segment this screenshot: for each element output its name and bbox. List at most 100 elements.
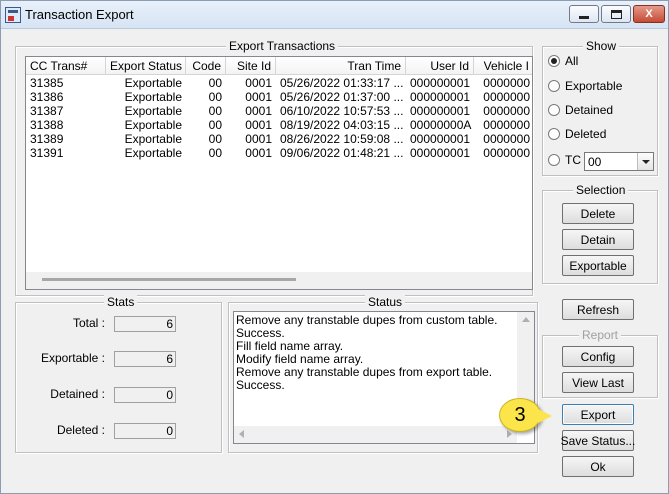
cell-cc-trans: 31387 xyxy=(30,104,64,118)
status-line: Success. xyxy=(236,378,285,392)
list-scroll-thumb[interactable] xyxy=(42,278,296,281)
refresh-button[interactable]: Refresh xyxy=(562,299,634,320)
cell-tran-time: 08/26/2022 10:59:08 ... xyxy=(280,132,404,146)
scroll-up-icon[interactable] xyxy=(522,317,530,322)
stat-label-exportable: Exportable : xyxy=(40,351,105,365)
table-row[interactable]: 31385 Exportable 00 0001 05/26/2022 01:3… xyxy=(26,76,532,90)
cell-user-id: 000000001 xyxy=(410,146,471,160)
cell-site-id: 0001 xyxy=(245,132,272,146)
cell-tran-time: 05/26/2022 01:33:17 ... xyxy=(280,76,404,90)
cell-site-id: 0001 xyxy=(245,118,272,132)
step-callout: 3 xyxy=(499,398,552,432)
stat-label-total: Total : xyxy=(72,316,105,330)
minimize-icon xyxy=(579,15,589,19)
cell-export-status: Exportable xyxy=(124,146,182,160)
status-horizontal-scrollbar[interactable] xyxy=(234,426,517,443)
radio-button[interactable] xyxy=(548,55,560,67)
show-title: Show xyxy=(583,39,620,53)
cell-export-status: Exportable xyxy=(124,132,182,146)
cell-user-id: 000000001 xyxy=(410,132,471,146)
cell-tran-time: 05/26/2022 01:37:00 ... xyxy=(280,90,404,104)
cell-vehicle: 0000000 xyxy=(483,132,530,146)
app-icon xyxy=(5,7,21,23)
list-horizontal-scrollbar[interactable] xyxy=(26,272,532,289)
tc-select-value: 00 xyxy=(588,155,602,169)
cell-cc-trans: 31388 xyxy=(30,118,64,132)
cell-code: 00 xyxy=(208,76,222,90)
table-row[interactable]: 31389 Exportable 00 0001 08/26/2022 10:5… xyxy=(26,132,532,146)
stat-value-detained: 0 xyxy=(114,387,176,403)
scroll-right-icon[interactable] xyxy=(507,430,512,438)
radio-button[interactable] xyxy=(548,128,560,140)
column-header-export-status[interactable]: Export Status xyxy=(106,57,186,75)
column-header-cc-trans[interactable]: CC Trans# xyxy=(26,57,106,75)
stat-label-detained: Detained : xyxy=(50,387,105,401)
exportable-button[interactable]: Exportable xyxy=(562,255,634,276)
cell-vehicle: 0000000 xyxy=(483,90,530,104)
cell-site-id: 0001 xyxy=(245,90,272,104)
status-log[interactable]: Remove any transtable dupes from custom … xyxy=(233,311,535,444)
delete-button[interactable]: Delete xyxy=(562,203,634,224)
table-row[interactable]: 31386 Exportable 00 0001 05/26/2022 01:3… xyxy=(26,90,532,104)
scroll-left-icon[interactable] xyxy=(239,430,244,438)
ok-button[interactable]: Ok xyxy=(562,456,634,477)
table-row[interactable]: 31391 Exportable 00 0001 09/06/2022 01:4… xyxy=(26,146,532,160)
transactions-list[interactable]: CC Trans# Export Status Code Site Id Tra… xyxy=(25,56,533,290)
column-header-vehicle[interactable]: Vehicle I xyxy=(474,57,532,75)
transaction-export-window: Transaction Export X Export Transactions… xyxy=(0,0,669,494)
maximize-button[interactable] xyxy=(601,5,631,23)
radio-exportable[interactable]: Exportable xyxy=(548,78,622,94)
cell-user-id: 000000001 xyxy=(410,76,471,90)
save-status-button[interactable]: Save Status... xyxy=(561,430,635,451)
cell-code: 00 xyxy=(208,132,222,146)
radio-tc[interactable]: TC xyxy=(548,152,581,168)
cell-cc-trans: 31385 xyxy=(30,76,64,90)
column-header-tran-time[interactable]: Tran Time xyxy=(276,57,406,75)
radio-label: Exportable xyxy=(565,79,623,93)
report-title: Report xyxy=(579,328,622,342)
cell-user-id: 000000001 xyxy=(410,104,471,118)
cell-vehicle: 0000000 xyxy=(483,146,530,160)
close-button[interactable]: X xyxy=(633,5,665,23)
radio-label: Deleted xyxy=(565,127,607,141)
window-title: Transaction Export xyxy=(25,7,134,22)
table-row[interactable]: 31387 Exportable 00 0001 06/10/2022 10:5… xyxy=(26,104,532,118)
radio-button[interactable] xyxy=(548,104,560,116)
stat-value-exportable: 6 xyxy=(114,351,176,367)
radio-deleted[interactable]: Deleted xyxy=(548,126,606,142)
stat-label-deleted: Deleted : xyxy=(56,423,105,437)
cell-code: 00 xyxy=(208,118,222,132)
chevron-down-icon[interactable] xyxy=(637,153,653,170)
column-header-user-id[interactable]: User Id xyxy=(406,57,474,75)
export-transactions-title: Export Transactions xyxy=(226,39,339,53)
radio-detained[interactable]: Detained xyxy=(548,102,613,118)
close-icon: X xyxy=(645,8,653,20)
radio-button[interactable] xyxy=(548,80,560,92)
table-row[interactable]: 31388 Exportable 00 0001 08/19/2022 04:0… xyxy=(26,118,532,132)
cell-export-status: Exportable xyxy=(124,76,182,90)
radio-all[interactable]: All xyxy=(548,53,578,69)
cell-site-id: 0001 xyxy=(245,104,272,118)
radio-label: TC xyxy=(565,153,581,167)
stat-value-deleted: 0 xyxy=(114,423,176,439)
stats-title: Stats xyxy=(104,295,138,309)
view-last-button[interactable]: View Last xyxy=(562,372,634,393)
step-number: 3 xyxy=(514,403,526,426)
minimize-button[interactable] xyxy=(569,5,599,23)
config-button[interactable]: Config xyxy=(562,346,634,367)
detain-button[interactable]: Detain xyxy=(562,229,634,250)
tc-select[interactable]: 00 xyxy=(584,152,654,171)
list-header: CC Trans# Export Status Code Site Id Tra… xyxy=(26,57,532,75)
cell-export-status: Exportable xyxy=(124,90,182,104)
maximize-icon xyxy=(610,9,622,19)
column-header-code[interactable]: Code xyxy=(186,57,226,75)
radio-label: All xyxy=(565,54,579,68)
column-header-site-id[interactable]: Site Id xyxy=(226,57,276,75)
cell-cc-trans: 31391 xyxy=(30,146,64,160)
title-bar[interactable]: Transaction Export X xyxy=(1,1,668,29)
cell-site-id: 0001 xyxy=(245,146,272,160)
selection-title: Selection xyxy=(573,183,629,197)
export-button[interactable]: Export xyxy=(562,404,634,425)
radio-button[interactable] xyxy=(548,154,560,166)
stat-value-total: 6 xyxy=(114,316,176,332)
